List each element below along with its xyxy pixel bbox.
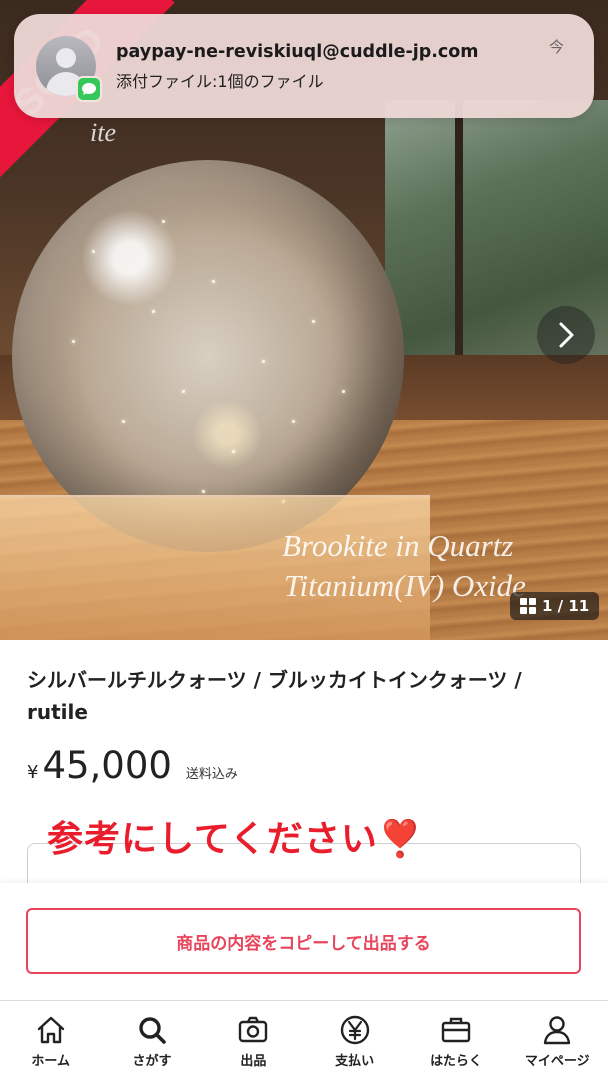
notification-sender: paypay-ne-reviskiuql@cuddle-jp.com [116, 42, 479, 62]
tab-work-label: はたらく [430, 1054, 482, 1069]
image-counter: 1 / 11 [510, 592, 600, 620]
watermark-script: ite [90, 118, 116, 147]
tab-sell-label: 出品 [240, 1054, 267, 1069]
notification-subject: 添付ファイル:1個のファイル [116, 72, 324, 91]
tab-mypage-label: マイページ [524, 1054, 590, 1069]
product-title: シルバールチルクォーツ / ブルッカイトインクォーツ / rutile [27, 668, 522, 724]
image-counter-text: 1 / 11 [542, 597, 590, 615]
bottom-tab-bar: ホーム さがす 出品 支払い はたらく マイページ [0, 1000, 608, 1080]
search-icon [139, 1017, 166, 1044]
messages-icon [76, 76, 102, 102]
price-row: ¥ 45,000 送料込み [27, 744, 238, 787]
notification-banner[interactable]: paypay-ne-reviskiuql@cuddle-jp.com 添付ファイ… [14, 14, 594, 118]
home-icon [37, 1016, 64, 1044]
screen: SOLD ite Brookite in Quartz Titanium(IV)… [0, 0, 608, 1080]
yen-coin-icon [340, 1015, 369, 1045]
shipping-included-label: 送料込み [185, 767, 238, 782]
crystal-sphere-image [12, 160, 404, 552]
image-caption-line2: Titanium(IV) Oxide [284, 568, 526, 603]
briefcase-icon [441, 1017, 471, 1043]
overlay-annotation-text: 参考にしてください❣️ [47, 819, 424, 860]
product-price: 45,000 [42, 744, 172, 787]
tab-payment-label: 支払い [335, 1054, 375, 1069]
bottom-action-area: 商品の内容をコピーして出品する [0, 883, 608, 1001]
person-icon [544, 1016, 571, 1045]
notification-time: 今 [549, 38, 565, 56]
image-caption-line1: Brookite in Quartz [282, 528, 514, 563]
tab-search[interactable]: さがす [101, 1001, 202, 1080]
tab-work[interactable]: はたらく [405, 1001, 506, 1080]
camera-icon [239, 1016, 268, 1043]
grid-icon [520, 598, 536, 614]
currency-symbol: ¥ [27, 762, 39, 783]
copy-listing-button[interactable]: 商品の内容をコピーして出品する [26, 908, 581, 974]
tab-search-label: さがす [132, 1054, 172, 1069]
tab-payment[interactable]: 支払い [304, 1001, 405, 1080]
tab-home-label: ホーム [31, 1054, 70, 1069]
tab-sell[interactable]: 出品 [203, 1001, 304, 1080]
tab-mypage[interactable]: マイページ [507, 1001, 608, 1080]
chevron-right-icon [559, 322, 574, 348]
next-image-button[interactable] [537, 306, 595, 364]
tab-home[interactable]: ホーム [0, 1001, 101, 1080]
